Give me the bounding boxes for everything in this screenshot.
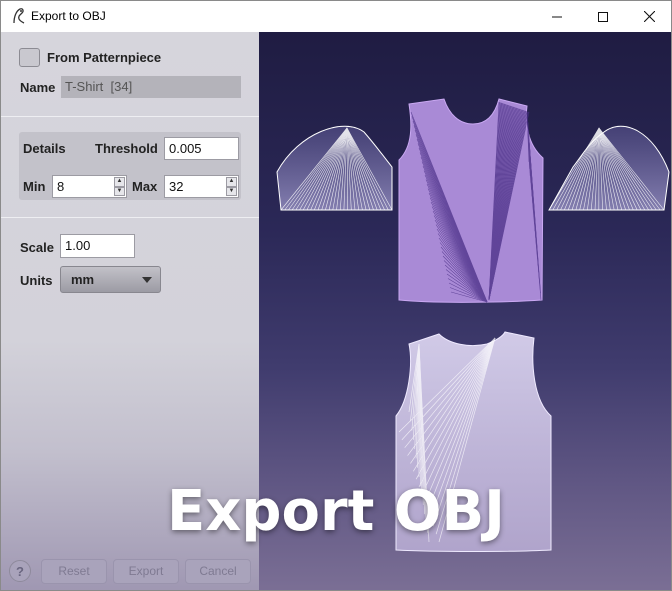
app-logo-icon: [13, 8, 25, 24]
title-bar: Export to OBJ: [1, 1, 671, 32]
maximize-icon: [598, 11, 608, 22]
from-patternpiece-label: From Patternpiece: [47, 50, 162, 65]
units-dropdown[interactable]: mm: [60, 266, 161, 293]
separator-middle: [1, 217, 259, 218]
export-obj-window: Export to OBJ From Patternpiece Name T-S…: [0, 0, 672, 591]
from-patternpiece-checkbox[interactable]: [19, 48, 40, 67]
reset-button[interactable]: Reset: [41, 559, 107, 584]
min-step-up-icon[interactable]: ▲: [114, 177, 125, 187]
minimize-icon: [552, 16, 562, 17]
name-field: T-Shirt [34]: [61, 76, 241, 98]
front-piece: [398, 98, 544, 303]
scale-input[interactable]: 1.00: [60, 234, 135, 258]
help-button[interactable]: ?: [9, 560, 31, 582]
min-step-down-icon[interactable]: ▼: [114, 186, 125, 196]
max-step-down-icon[interactable]: ▼: [226, 186, 237, 196]
scale-label: Scale: [20, 240, 54, 255]
window-title: Export to OBJ: [31, 9, 106, 23]
minimize-button[interactable]: [534, 1, 580, 32]
max-stepper[interactable]: ▲ ▼: [226, 177, 237, 196]
cancel-button[interactable]: Cancel: [185, 559, 251, 584]
units-label: Units: [20, 273, 53, 288]
close-icon: [643, 11, 655, 22]
overlay-title: Export OBJ: [167, 479, 505, 544]
close-button[interactable]: [626, 1, 671, 32]
max-value: 32: [169, 179, 184, 194]
left-sleeve-piece: [276, 125, 393, 211]
min-stepper[interactable]: ▲ ▼: [114, 177, 125, 196]
max-step-up-icon[interactable]: ▲: [226, 177, 237, 187]
threshold-input[interactable]: 0.005: [164, 137, 239, 160]
export-button[interactable]: Export: [113, 559, 179, 584]
min-label: Min: [23, 179, 46, 194]
details-label: Details: [23, 141, 66, 156]
units-selected-value: mm: [71, 272, 95, 287]
maximize-button[interactable]: [580, 1, 626, 32]
chevron-down-icon: [142, 277, 152, 283]
separator-top: [1, 116, 259, 117]
threshold-label: Threshold: [95, 141, 158, 156]
max-label: Max: [132, 179, 158, 194]
min-value: 8: [57, 179, 65, 194]
min-spinbox[interactable]: 8 ▲ ▼: [52, 175, 127, 198]
max-spinbox[interactable]: 32 ▲ ▼: [164, 175, 239, 198]
name-label: Name: [20, 80, 56, 95]
right-sleeve-piece: [548, 125, 670, 211]
